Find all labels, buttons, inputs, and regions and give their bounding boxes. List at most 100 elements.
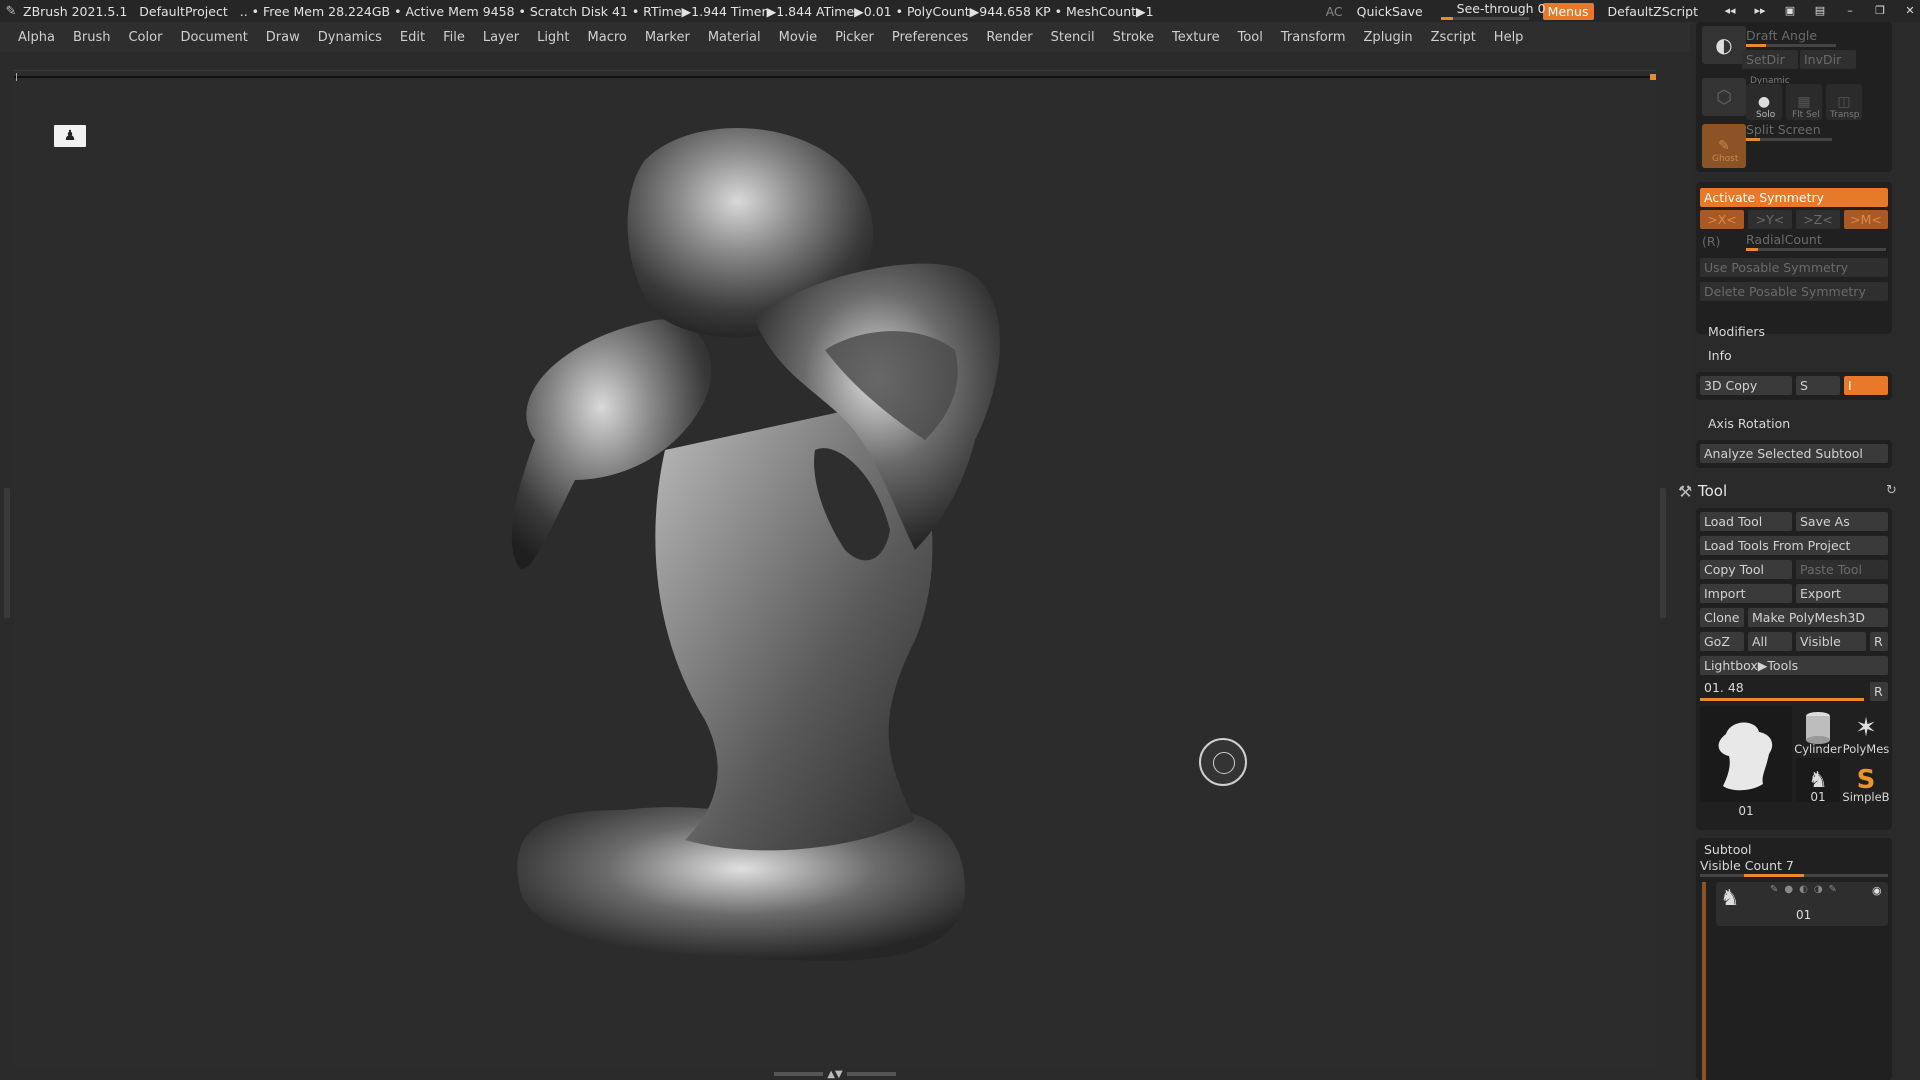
minimize-icon[interactable]: – (1840, 4, 1860, 18)
radial-r-label[interactable]: (R) (1702, 234, 1720, 249)
menu-document[interactable]: Document (180, 30, 247, 45)
right-tray: ◐ Draft Angle SetDir InvDir ⬡ Dynamic ● … (1678, 22, 1920, 1080)
menu-macro[interactable]: Macro (588, 30, 627, 45)
sym-x-button[interactable]: >X< (1700, 210, 1744, 229)
see-through-slider[interactable]: See-through 0 (1440, 0, 1546, 22)
timeline-marker[interactable] (1650, 74, 1656, 80)
split-screen-slider[interactable] (1746, 138, 1832, 141)
menu-zscript[interactable]: Zscript (1431, 30, 1476, 45)
draft-angle-slider[interactable] (1746, 44, 1836, 47)
load-tool-button[interactable]: Load Tool (1700, 512, 1792, 531)
menu-help[interactable]: Help (1494, 30, 1524, 45)
paste-tool-button[interactable]: Paste Tool (1796, 560, 1888, 579)
tool-thumb-current[interactable] (1700, 706, 1792, 802)
info-label[interactable]: Info (1708, 348, 1732, 363)
menu-picker[interactable]: Picker (835, 30, 874, 45)
layout-alt-icon[interactable]: ▤ (1810, 4, 1830, 18)
menu-movie[interactable]: Movie (779, 30, 817, 45)
import-button[interactable]: Import (1700, 584, 1792, 603)
subtool-scrollbar[interactable] (1702, 882, 1706, 1080)
menu-layer[interactable]: Layer (483, 30, 519, 45)
tool-slider[interactable] (1700, 698, 1864, 701)
close-icon[interactable]: ✕ (1900, 4, 1920, 18)
title-bar: ✎ ZBrush 2021.5.1 DefaultProject .. • Fr… (0, 0, 1920, 22)
sym-z-button[interactable]: >Z< (1796, 210, 1840, 229)
contrast-toggle-icon[interactable]: ◐ (1702, 26, 1746, 64)
export-button[interactable]: Export (1796, 584, 1888, 603)
menu-material[interactable]: Material (708, 30, 761, 45)
load-tools-from-project-button[interactable]: Load Tools From Project (1700, 536, 1888, 555)
move-left-icon[interactable]: ◂◂ (1720, 4, 1740, 18)
delete-posable-symmetry-button[interactable]: Delete Posable Symmetry (1700, 282, 1888, 301)
menu-texture[interactable]: Texture (1172, 30, 1220, 45)
ac-label[interactable]: AC (1326, 4, 1343, 19)
make-polymesh3d-button[interactable]: Make PolyMesh3D (1748, 608, 1888, 627)
flt-sel-label: Flt Sel (1792, 110, 1820, 120)
copy-tool-button[interactable]: Copy Tool (1700, 560, 1792, 579)
menu-stroke[interactable]: Stroke (1113, 30, 1154, 45)
visible-count-label[interactable]: Visible Count 7 (1700, 858, 1794, 873)
default-script-label[interactable]: DefaultZScript (1608, 4, 1699, 19)
radial-count-slider[interactable] (1746, 248, 1886, 251)
bottom-tray-handle[interactable]: ▲▼ (770, 1069, 900, 1080)
menu-preferences[interactable]: Preferences (892, 30, 968, 45)
goz-all-button[interactable]: All (1748, 632, 1792, 651)
use-posable-symmetry-button[interactable]: Use Posable Symmetry (1700, 258, 1888, 277)
copy3d-button[interactable]: 3D Copy (1700, 376, 1792, 395)
menu-file[interactable]: File (443, 30, 465, 45)
copy-i-button[interactable]: I (1844, 376, 1888, 395)
menu-zplugin[interactable]: Zplugin (1364, 30, 1413, 45)
menu-edit[interactable]: Edit (400, 30, 425, 45)
menu-stencil[interactable]: Stencil (1051, 30, 1095, 45)
perspective-person-icon[interactable]: ♟ (54, 125, 86, 147)
tool-palette-title[interactable]: Tool (1698, 482, 1727, 500)
save-as-button[interactable]: Save As (1796, 512, 1888, 531)
invdir-button[interactable]: InvDir (1800, 50, 1856, 69)
goz-visible-button[interactable]: Visible (1796, 632, 1866, 651)
layout-icon[interactable]: ▣ (1780, 4, 1800, 18)
left-tray-handle[interactable] (4, 488, 10, 618)
menu-transform[interactable]: Transform (1281, 30, 1346, 45)
quicksave-button[interactable]: QuickSave (1357, 4, 1423, 19)
sym-m-button[interactable]: >M< (1844, 210, 1888, 229)
analyze-subtool-button[interactable]: Analyze Selected Subtool (1700, 444, 1888, 463)
goz-r-button[interactable]: R (1870, 632, 1888, 651)
menu-brush[interactable]: Brush (73, 30, 111, 45)
draft-angle-label[interactable]: Draft Angle (1746, 28, 1817, 43)
cube-view-icon[interactable]: ⬡ (1702, 78, 1746, 116)
menu-light[interactable]: Light (537, 30, 569, 45)
project-name[interactable]: DefaultProject (139, 4, 227, 19)
visible-count-slider[interactable] (1700, 874, 1888, 877)
split-screen-label[interactable]: Split Screen (1746, 122, 1821, 137)
menu-marker[interactable]: Marker (645, 30, 690, 45)
restore-icon[interactable]: ❐ (1870, 4, 1890, 18)
duck-thumb-icon (1718, 722, 1773, 791)
subtool-mode-icons[interactable]: ✎●◐◑✎ (1770, 884, 1843, 895)
move-right-icon[interactable]: ▸▸ (1750, 4, 1770, 18)
timeline-track[interactable] (14, 76, 1654, 78)
lightbox-tools-button[interactable]: Lightbox▶Tools (1700, 656, 1888, 675)
setdir-button[interactable]: SetDir (1742, 50, 1798, 69)
subtool-item[interactable]: ♞ ✎●◐◑✎ ◉ 01 (1716, 882, 1888, 926)
reset-icon[interactable]: ↻ (1886, 483, 1897, 498)
tool-r-button[interactable]: R (1870, 682, 1888, 701)
eye-icon[interactable]: ◉ (1872, 884, 1882, 897)
right-tray-handle[interactable] (1660, 488, 1666, 618)
menu-render[interactable]: Render (986, 30, 1032, 45)
menu-tool[interactable]: Tool (1238, 30, 1263, 45)
copy-s-button[interactable]: S (1796, 376, 1840, 395)
menu-dynamics[interactable]: Dynamics (318, 30, 382, 45)
sym-y-button[interactable]: >Y< (1748, 210, 1792, 229)
menus-button[interactable]: Menus (1542, 2, 1594, 20)
see-through-track (1440, 17, 1529, 20)
menu-color[interactable]: Color (128, 30, 162, 45)
menu-alpha[interactable]: Alpha (18, 30, 55, 45)
subtool-title[interactable]: Subtool (1704, 842, 1751, 857)
radial-count-label[interactable]: RadialCount (1746, 232, 1822, 247)
axis-rotation-label[interactable]: Axis Rotation (1708, 416, 1790, 431)
modifiers-label[interactable]: Modifiers (1708, 324, 1765, 339)
menu-draw[interactable]: Draw (266, 30, 300, 45)
goz-button[interactable]: GoZ (1700, 632, 1744, 651)
activate-symmetry-button[interactable]: Activate Symmetry (1700, 188, 1888, 207)
clone-button[interactable]: Clone (1700, 608, 1744, 627)
